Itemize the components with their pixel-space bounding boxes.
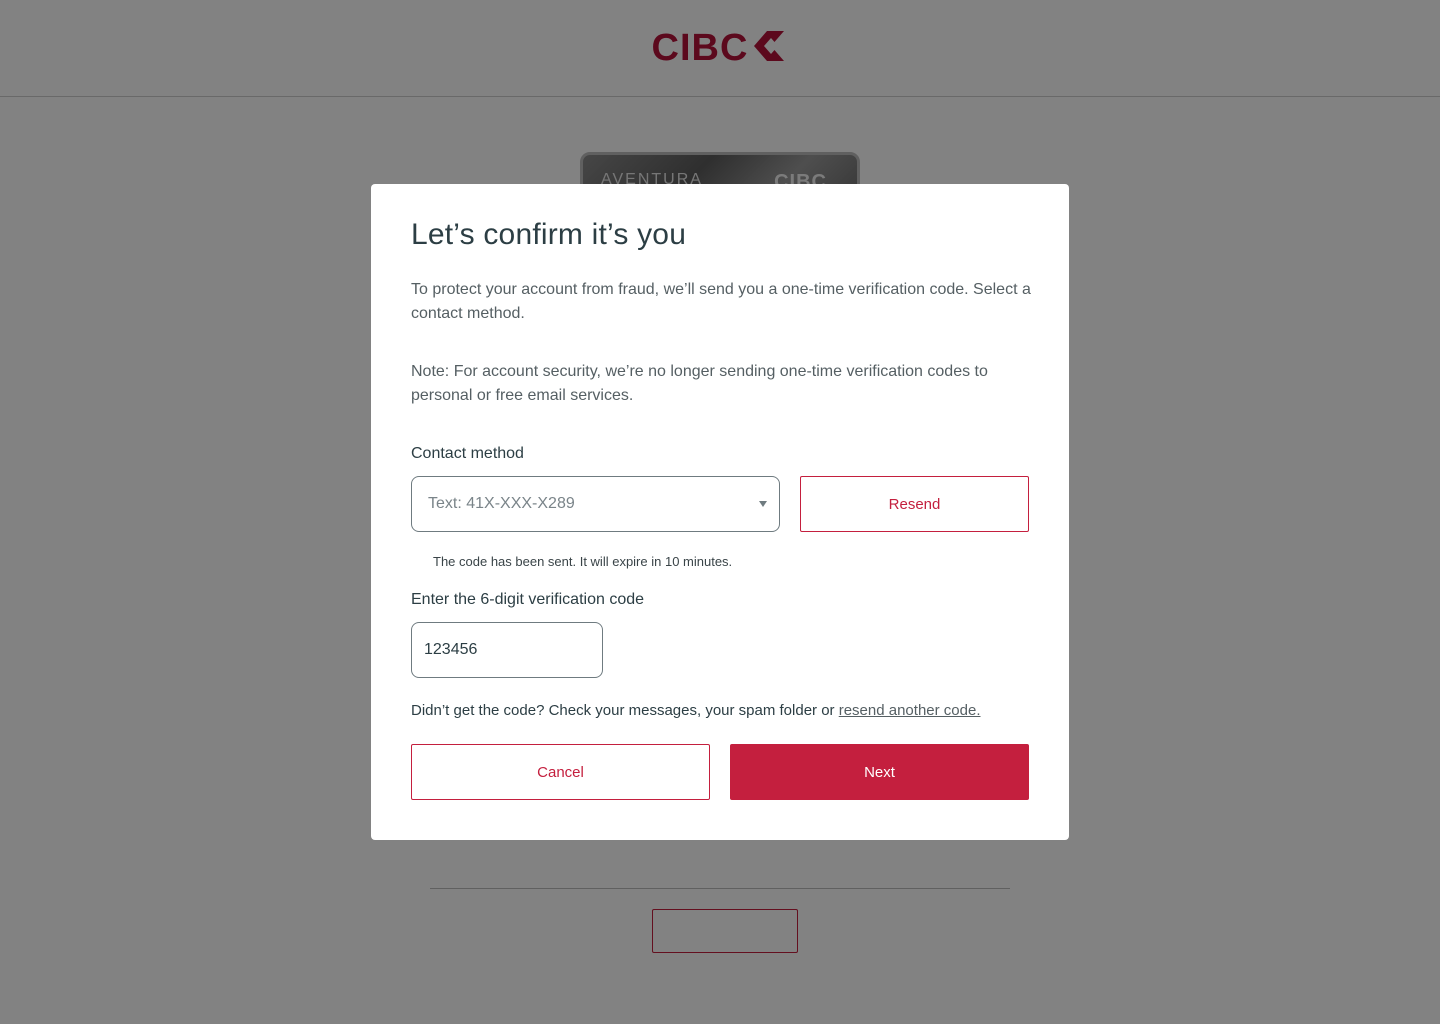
code-sent-status: The code has been sent. It will expire i… (433, 554, 733, 569)
verification-code-input[interactable] (411, 622, 603, 678)
verification-code-label: Enter the 6-digit verification code (411, 591, 645, 608)
contact-method-select[interactable]: Text: 41X-XXX-X289 (411, 476, 780, 532)
chevron-down-icon (759, 501, 767, 507)
dialog-title: Let’s confirm it’s you (411, 218, 687, 251)
verification-dialog: Let’s confirm it’s you To protect your a… (371, 184, 1069, 840)
help-text-body: Didn’t get the code? Check your messages… (411, 702, 839, 719)
intro-text: To protect your account from fraud, we’l… (411, 281, 1031, 322)
note-text: Note: For account security, we’re no lon… (411, 363, 988, 404)
help-text: Didn’t get the code? Check your messages… (411, 702, 981, 719)
next-button[interactable]: Next (730, 744, 1029, 800)
cancel-button[interactable]: Cancel (411, 744, 710, 800)
resend-another-code-link[interactable]: resend another code. (839, 702, 981, 719)
contact-method-label: Contact method (411, 445, 524, 462)
contact-method-value: Text: 41X-XXX-X289 (428, 495, 575, 512)
resend-button[interactable]: Resend (800, 476, 1029, 532)
